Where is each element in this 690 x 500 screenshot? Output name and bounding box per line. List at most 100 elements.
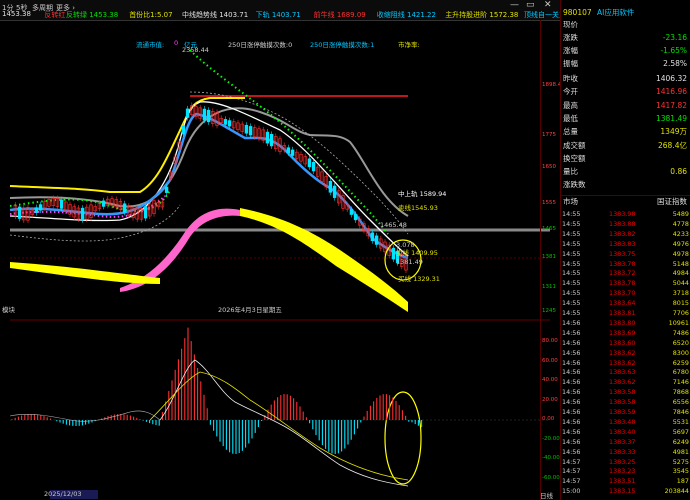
minimize-button[interactable]: — (510, 0, 519, 10)
tick-row: 14:55 1383.82 4233 (561, 230, 690, 238)
candle-body (328, 181, 333, 193)
candle-body (80, 207, 85, 221)
tick-price: 1383.81 (609, 309, 636, 317)
tick-row: 14:55 1383.88 4778 (561, 220, 690, 228)
indicator-readout-2: 反转绿 1453.38 (66, 11, 119, 19)
channel-line (9, 107, 409, 217)
tick-price: 1383.88 (609, 219, 636, 228)
candle-body (332, 185, 337, 198)
tick-price: 1383.75 (609, 249, 636, 258)
tick-price: 1383.62 (609, 358, 636, 367)
stat-value: 1416.96 (655, 87, 687, 97)
tick-row: 14:55 1383.78 5148 (561, 260, 690, 268)
indicator-readout-bar: 1453.38 反转红 反转绿 1453.38 首份比1:5.07 中线趋势线 1403… (0, 10, 597, 20)
blue-ma-line (9, 112, 409, 260)
market-label: 市场 (563, 197, 578, 206)
tick-time: 15:00 (562, 487, 581, 496)
legend-market-cap-value: 0 (174, 39, 179, 47)
yellow-ribbon-left (10, 262, 160, 284)
tick-volume: 4976 (672, 239, 689, 248)
green-signal-right (189, 49, 389, 235)
tick-price: 1383.82 (609, 229, 636, 238)
stat-label: 总量 (563, 127, 578, 137)
kline-chart[interactable] (0, 20, 560, 500)
indicator-readout-0: 1453.38 (2, 10, 31, 18)
tick-time: 14:56 (562, 408, 581, 416)
indicator-readout-4: 中线趋势线 1403.71 (182, 11, 249, 19)
candle-body (307, 158, 312, 168)
tick-time: 14:55 (562, 269, 581, 278)
stat-label: 涨跌数 (563, 180, 586, 190)
price-tick: 1775 (542, 132, 556, 138)
quote-panel: 980107 AI应用软件 现价 涨跌 -23.16 涨幅 -1.65% 振幅 2.58% … (560, 0, 690, 500)
macd-tick: 20.00 (542, 396, 558, 403)
sell-line-mid-label: 卖线 1409.95 (396, 249, 438, 257)
tick-volume: 7706 (672, 309, 689, 317)
candle-body (164, 186, 169, 193)
candle-body (349, 209, 354, 215)
quote-value: -1.65% (660, 46, 687, 55)
macd-tick: -60.00 (542, 474, 560, 481)
stat-row: 量比 0.86 (561, 166, 690, 178)
tick-volume: 4984 (672, 269, 689, 278)
stat-row: 昨收 1406.32 (561, 73, 690, 85)
quote-label: 现价 (563, 20, 578, 29)
close-button[interactable]: ✕ (544, 0, 552, 10)
tick-volume: 5148 (672, 259, 689, 268)
stat-label: 今开 (563, 87, 578, 97)
stat-label: 成交额 (563, 140, 586, 150)
stat-label: 量比 (563, 167, 578, 177)
stat-value: 0.86 (670, 167, 687, 177)
tick-time: 14:56 (562, 348, 581, 357)
tick-time: 14:55 (562, 299, 581, 308)
tick-time: 14:57 (562, 467, 581, 476)
level-1465-label: 1465.48 (380, 221, 407, 229)
tick-price: 1383.48 (609, 417, 636, 426)
price-scale: 1898.4 1775 1650 1555 1465 1381 1311 1245 80.00… (540, 20, 561, 500)
maximize-button[interactable]: ▭ (526, 0, 535, 10)
tick-volume: 3718 (672, 289, 689, 298)
tick-price: 1383.37 (609, 437, 636, 446)
tick-time: 14:56 (562, 417, 581, 426)
tick-volume: 5044 (672, 279, 689, 288)
tick-volume: 187 (676, 477, 689, 486)
tick-volume: 6259 (672, 358, 689, 367)
price-tick: 1311 (542, 284, 556, 290)
candle-body (265, 131, 270, 144)
tick-row: 14:56 1383.62 8300 (561, 349, 690, 357)
buy-line-label: 买线 1329.31 (398, 275, 440, 283)
tick-row: 14:57 1383.23 3545 (561, 467, 690, 475)
stat-value: 1381.49 (655, 113, 687, 123)
tick-price: 1383.15 (609, 487, 636, 496)
candle-body (223, 119, 228, 125)
tick-volume: 4233 (672, 229, 689, 238)
tick-time: 14:56 (562, 437, 581, 446)
tick-time: 14:57 (562, 477, 581, 486)
tick-row: 14:56 1383.59 7846 (561, 408, 690, 416)
indicator-readout-1: 反转红 (44, 11, 66, 19)
candlesticks (13, 102, 408, 274)
tick-volume: 5531 (672, 417, 689, 426)
candle-body (244, 124, 249, 134)
candle-body (143, 206, 148, 219)
stat-value: 1349万 (660, 127, 687, 137)
tick-row: 14:55 1383.78 5044 (561, 279, 690, 287)
peak-price-label: 2358.44 (182, 46, 209, 54)
tick-time: 14:55 (562, 229, 581, 238)
price-tick: 1381 (542, 254, 556, 260)
market-index: 国证指数 (657, 197, 687, 206)
candle-body (286, 147, 291, 153)
tick-time: 14:56 (562, 398, 581, 407)
tick-row: 14:56 1383.62 6259 (561, 359, 690, 367)
tick-volume: 8015 (672, 299, 689, 308)
tick-price: 1383.78 (609, 279, 636, 288)
tick-volume: 6556 (672, 398, 689, 407)
legend-market-cap: 流通市值: (136, 41, 165, 49)
stat-row: 总量 1349万 (561, 126, 690, 138)
tick-price: 1383.25 (609, 457, 636, 466)
tick-price: 1383.59 (609, 408, 636, 416)
tick-price: 1383.78 (609, 259, 636, 268)
candle-body (311, 162, 316, 172)
tick-time: 14:55 (562, 210, 581, 218)
tick-row: 14:56 1383.69 7486 (561, 329, 690, 337)
